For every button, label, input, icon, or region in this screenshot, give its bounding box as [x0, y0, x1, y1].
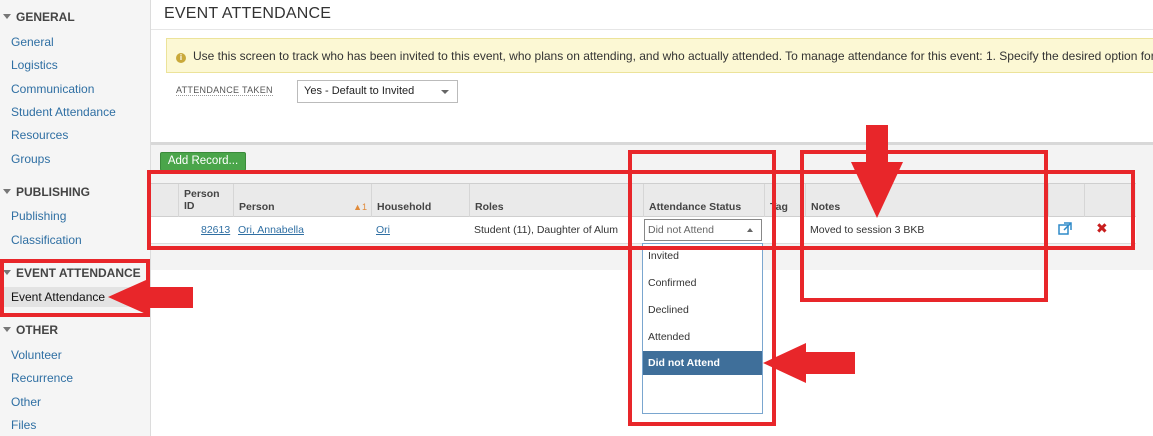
annotation-arrowhead [851, 162, 903, 218]
sidebar-item-student-attendance[interactable]: Student Attendance [11, 104, 116, 120]
annotation-box-status [628, 150, 776, 426]
sidebar-item-groups[interactable]: Groups [11, 151, 50, 167]
attendance-taken-select[interactable]: Yes - Default to Invited [297, 80, 458, 103]
section-other[interactable]: OTHER [0, 320, 151, 340]
divider [151, 29, 1153, 30]
annotation-arrow-option [805, 352, 855, 374]
add-record-button[interactable]: Add Record... [160, 152, 246, 171]
info-icon: i [176, 53, 186, 63]
info-text: Use this screen to track who has been in… [193, 49, 1153, 63]
collapse-triangle-icon [3, 14, 11, 19]
sidebar-item-communication[interactable]: Communication [11, 81, 94, 97]
attendance-taken-label: ATTENDANCE TAKEN [176, 85, 273, 96]
sidebar-item-classification[interactable]: Classification [11, 232, 82, 248]
annotation-arrowhead [763, 343, 806, 383]
section-publishing[interactable]: PUBLISHING [0, 182, 151, 202]
sidebar: GENERAL General Logistics Communication … [0, 0, 151, 436]
sidebar-item-publishing[interactable]: Publishing [11, 208, 66, 224]
sidebar-item-logistics[interactable]: Logistics [11, 57, 58, 73]
page-title: EVENT ATTENDANCE [164, 5, 332, 22]
info-banner: i Use this screen to track who has been i… [166, 38, 1153, 73]
chevron-down-icon [441, 90, 449, 94]
annotation-arrowhead [108, 280, 146, 314]
sidebar-item-files[interactable]: Files [11, 417, 36, 433]
collapse-triangle-icon [3, 327, 11, 332]
collapse-triangle-icon [3, 189, 11, 194]
section-general[interactable]: GENERAL [0, 7, 151, 27]
sidebar-item-recurrence[interactable]: Recurrence [11, 370, 73, 386]
sidebar-item-volunteer[interactable]: Volunteer [11, 347, 62, 363]
sidebar-item-general[interactable]: General [11, 34, 54, 50]
sidebar-item-other[interactable]: Other [11, 394, 41, 410]
annotation-box-notes [800, 150, 1048, 302]
sidebar-item-resources[interactable]: Resources [11, 127, 68, 143]
annotation-arrow-sidebar [145, 287, 193, 308]
annotation-arrow-notes [866, 125, 888, 163]
